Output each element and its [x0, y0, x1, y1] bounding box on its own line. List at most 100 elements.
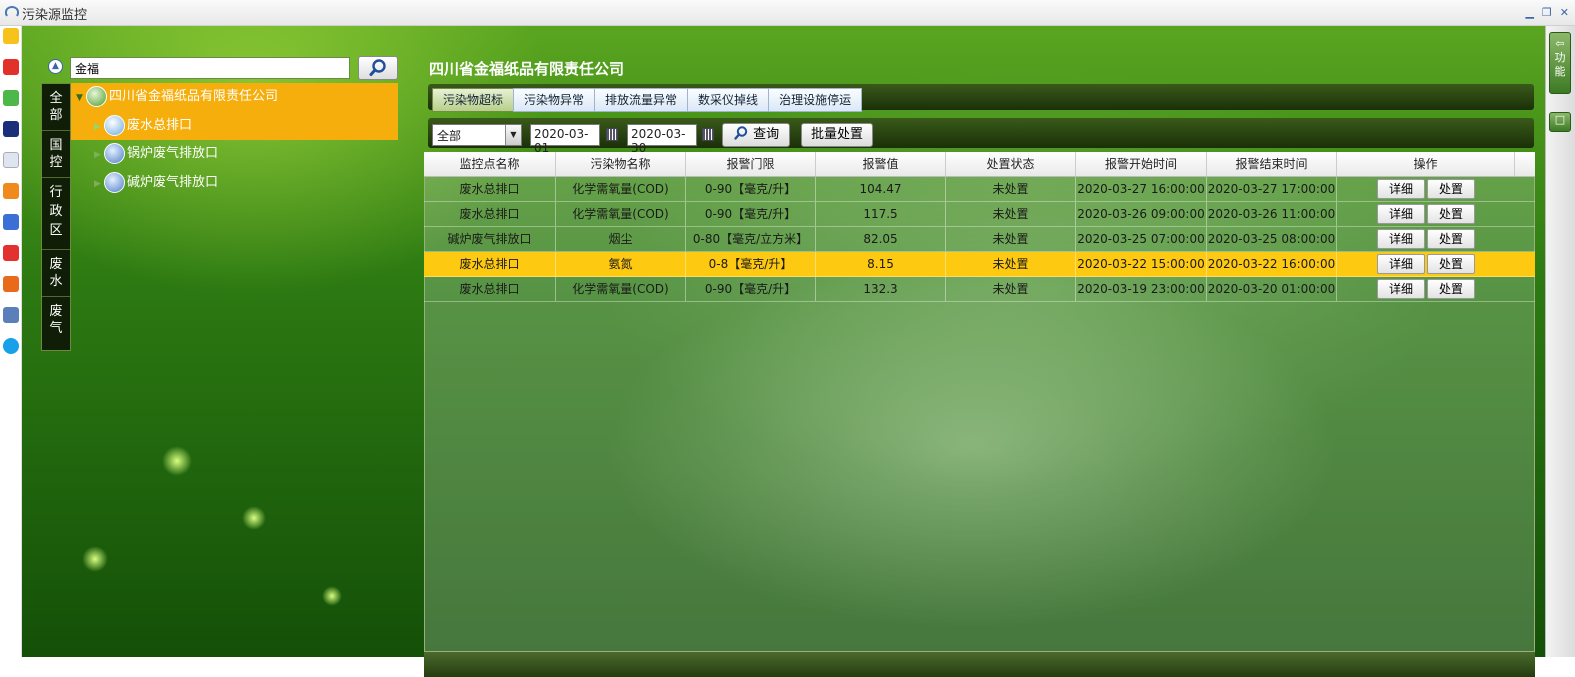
water-outlet-icon	[104, 115, 125, 136]
game-icon[interactable]	[3, 214, 19, 230]
dispose-button[interactable]: 处置	[1427, 204, 1475, 224]
collapse-icon[interactable]: ▲	[48, 59, 63, 74]
table-cell: 未处置	[946, 227, 1076, 251]
detail-button[interactable]: 详细	[1377, 279, 1425, 299]
table-cell: 未处置	[946, 277, 1076, 301]
tab-facility-stopped[interactable]: 治理设施停运	[768, 88, 863, 112]
detail-button[interactable]: 详细	[1377, 229, 1425, 249]
window-toggle-button[interactable]: □	[1549, 112, 1571, 132]
table-cell: 废水总排口	[424, 177, 556, 201]
table-cell: 废水总排口	[424, 277, 556, 301]
column-header[interactable]: 处置状态	[946, 152, 1076, 176]
search-button[interactable]	[358, 56, 398, 80]
shop-icon[interactable]	[3, 183, 19, 199]
search-icon	[369, 59, 386, 76]
tab-wastewater[interactable]: 废水	[42, 250, 70, 297]
dispose-button[interactable]: 处置	[1427, 179, 1475, 199]
restore-icon[interactable]: ❐	[1542, 6, 1552, 19]
tab-district[interactable]: 行政区	[42, 178, 70, 250]
tab-wastegas[interactable]: 废气	[42, 297, 70, 344]
table-row[interactable]: 废水总排口 氨氮 0-8【毫克/升】 8.15 未处置 2020-03-22 15:00:…	[424, 252, 1535, 277]
home-icon	[86, 86, 107, 107]
tree-root[interactable]: ▼ 四川省金福纸品有限责任公司	[76, 86, 278, 108]
table-cell: 2020-03-25 07:00:00	[1076, 227, 1207, 251]
calendar-icon[interactable]	[702, 128, 714, 141]
detail-button[interactable]: 详细	[1377, 254, 1425, 274]
table-cell: 2020-03-26 09:00:00	[1076, 202, 1207, 226]
expand-arrow-icon[interactable]: ▶	[94, 116, 104, 138]
tab-flow-abnormal[interactable]: 排放流量异常	[594, 88, 689, 112]
search-input[interactable]	[70, 57, 350, 79]
dispose-button[interactable]: 处置	[1427, 229, 1475, 249]
expand-arrow-icon[interactable]: ▶	[94, 173, 104, 195]
table-row[interactable]: 碱炉废气排放口 烟尘 0-80【毫克/立方米】 82.05 未处置 2020-03-25 …	[424, 227, 1535, 252]
table-cell: 2020-03-27 16:00:00	[1076, 177, 1207, 201]
batch-dispose-button[interactable]: 批量处置	[801, 123, 873, 147]
table-cell: 104.47	[816, 177, 946, 201]
function-button[interactable]: ⇦ 功能	[1549, 32, 1571, 94]
chevron-down-icon[interactable]: ▼	[505, 125, 521, 145]
end-date-input[interactable]: 2020-03-30	[627, 124, 697, 155]
start-date-input[interactable]: 2020-03-01	[530, 124, 600, 155]
minimize-icon[interactable]: ▁	[1525, 6, 1533, 19]
table-row[interactable]: 废水总排口 化学需氧量(COD) 0-90【毫克/升】 132.3 未处置 2020-03…	[424, 277, 1535, 302]
weibo-icon[interactable]	[3, 59, 19, 75]
dispose-button[interactable]: 处置	[1427, 254, 1475, 274]
expand-arrow-icon[interactable]: ▼	[76, 87, 86, 109]
mail-icon[interactable]	[3, 90, 19, 106]
tree-node-wastewater-outlet[interactable]: ▶ 废水总排口	[94, 115, 192, 137]
column-header[interactable]: 污染物名称	[556, 152, 686, 176]
calendar-icon[interactable]	[606, 128, 618, 141]
table-cell: 2020-03-22 16:00:00	[1207, 252, 1337, 276]
type-select[interactable]: 全部 ▼	[432, 124, 522, 146]
news-icon[interactable]	[3, 121, 19, 137]
close-icon[interactable]: ✕	[1560, 6, 1569, 19]
column-header[interactable]: 报警门限	[686, 152, 816, 176]
tab-pollutant-exceed[interactable]: 污染物超标	[432, 88, 515, 112]
table-cell: 82.05	[816, 227, 946, 251]
dispose-button[interactable]: 处置	[1427, 279, 1475, 299]
table-cell: 0-90【毫克/升】	[686, 277, 816, 301]
column-header[interactable]: 报警值	[816, 152, 946, 176]
tab-all[interactable]: 全部	[42, 84, 70, 131]
tab-national[interactable]: 国控	[42, 131, 70, 178]
table-cell: 2020-03-27 17:00:00	[1207, 177, 1337, 201]
chat-icon[interactable]	[3, 338, 19, 354]
column-header[interactable]: 报警开始时间	[1076, 152, 1207, 176]
tab-collector-offline[interactable]: 数采仪掉线	[687, 88, 770, 112]
table-cell: 化学需氧量(COD)	[556, 177, 686, 201]
table-cell: 碱炉废气排放口	[424, 227, 556, 251]
video-icon[interactable]	[3, 245, 19, 261]
music-icon[interactable]	[3, 276, 19, 292]
tree-node-boiler-gas-outlet[interactable]: ▶ 锅炉废气排放口	[94, 143, 218, 165]
table-cell: 132.3	[816, 277, 946, 301]
square-icon: □	[1554, 113, 1566, 126]
table-cell: 化学需氧量(COD)	[556, 202, 686, 226]
table-row[interactable]: 废水总排口 化学需氧量(COD) 0-90【毫克/升】 117.5 未处置 2020-03…	[424, 202, 1535, 227]
column-header[interactable]: 操作	[1337, 152, 1515, 176]
expand-arrow-icon[interactable]: ▶	[94, 144, 104, 166]
table-cell: 0-8【毫克/升】	[686, 252, 816, 276]
detail-button[interactable]: 详细	[1377, 204, 1425, 224]
table-cell: 0-90【毫克/升】	[686, 177, 816, 201]
tree-node-alkali-gas-outlet[interactable]: ▶ 碱炉废气排放口	[94, 172, 218, 194]
column-header[interactable]: 监控点名称	[424, 152, 556, 176]
table-cell: 0-80【毫克/立方米】	[686, 227, 816, 251]
tab-pollutant-abnormal[interactable]: 污染物异常	[513, 88, 596, 112]
table-row[interactable]: 废水总排口 化学需氧量(COD) 0-90【毫克/升】 104.47 未处置 2020-0…	[424, 177, 1535, 202]
actions-cell: 详细 处置	[1337, 227, 1515, 251]
right-function-strip: ⇦ 功能 □	[1545, 26, 1575, 657]
detail-button[interactable]: 详细	[1377, 179, 1425, 199]
app-store-icon[interactable]	[3, 307, 19, 323]
background-glow	[162, 446, 192, 476]
column-header[interactable]: 报警结束时间	[1207, 152, 1337, 176]
table-cell: 废水总排口	[424, 252, 556, 276]
query-button[interactable]: 查询	[722, 123, 790, 147]
actions-cell: 详细 处置	[1337, 277, 1515, 301]
window-controls: ▁ ❐ ✕	[1525, 6, 1569, 19]
document-icon[interactable]	[3, 152, 19, 168]
table-cell: 8.15	[816, 252, 946, 276]
actions-cell: 详细 处置	[1337, 202, 1515, 226]
gas-outlet-icon	[104, 143, 125, 164]
favorite-star-icon[interactable]	[3, 28, 19, 44]
